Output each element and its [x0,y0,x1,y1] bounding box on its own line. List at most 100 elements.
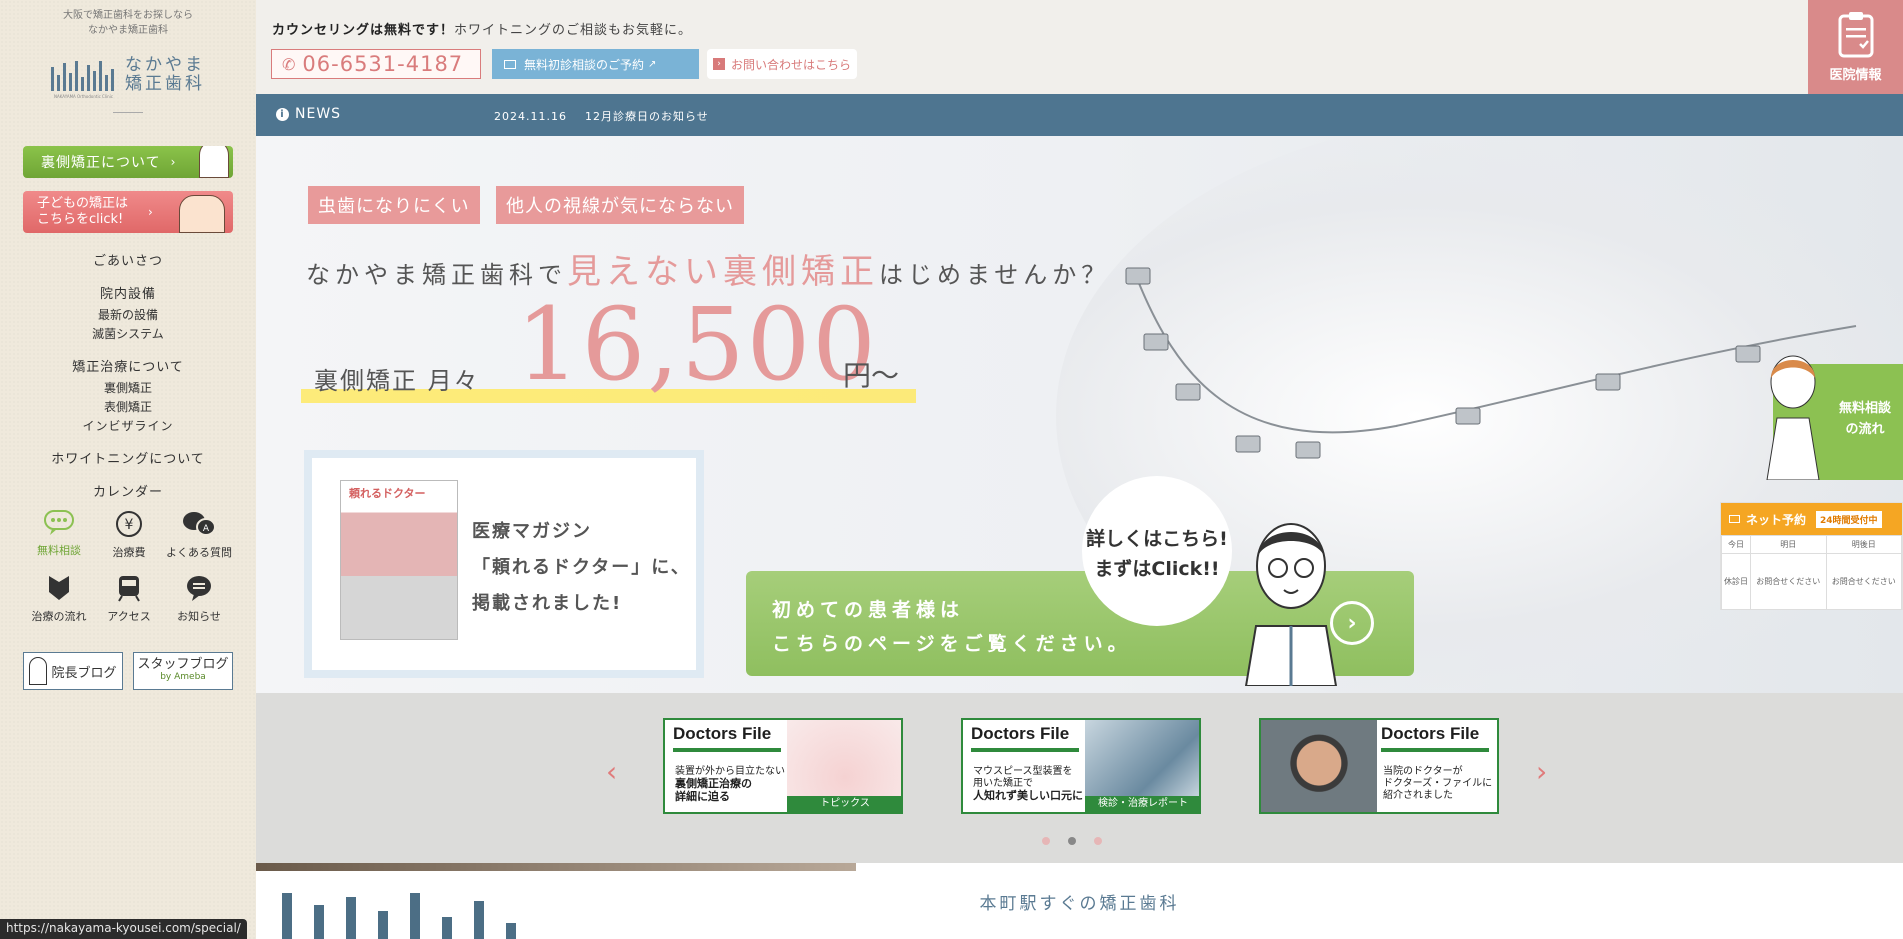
nav-latest-equipment[interactable]: 最新の設備 [0,306,256,323]
quick-link-free-consult[interactable]: 無料相談 [24,510,94,560]
carousel-next-button[interactable]: › [1536,755,1547,788]
card-tag: トピックス [787,796,901,812]
doctor-illustration [1244,523,1338,686]
news-label-text: NEWS [295,106,342,122]
magazine-cover-image: 頼れるドクター [340,480,458,640]
quick-link-access[interactable]: アクセス [94,574,164,624]
nav-whitening[interactable]: ホワイトニングについて [0,448,256,467]
nav-greeting[interactable]: ごあいさつ [0,250,256,269]
yen-icon: ¥ [116,511,142,537]
magazine-text: 医療マガジン 「頼れるドクター」に、 掲載されました! [472,514,691,622]
card-line2: 裏側矯正治療の [675,777,752,790]
clinic-logo[interactable]: なかやま 矯正歯科 [0,56,256,94]
staff-blog-button[interactable]: スタッフブログ by Ameba [133,652,233,690]
child-face-icon [179,195,225,233]
kids-button-line2: こちらをclick! [37,212,124,227]
tagline: 大阪で矯正歯科をお探しなら なかやま矯正歯科 [0,8,256,38]
staff-blog-label: スタッフブログ [137,657,229,672]
nav-ortho-about[interactable]: 矯正治療について [0,356,256,375]
lingual-button-label: 裏側矯正について [41,155,161,171]
carousel-card[interactable]: Doctors File 装置が外から目立たない 裏側矯正治療の 詳細に迫る ト… [663,718,903,814]
price-unit: 円〜 [843,359,900,392]
carousel-dot[interactable] [1042,837,1050,845]
reserve-button[interactable]: 無料初診相談のご予約 ↗ [492,49,699,79]
intro-section: 本町駅すぐの矯正歯科 [256,863,1903,939]
chat-icon [44,510,74,535]
day-tomorrow: 明日 [1750,535,1827,554]
nav-labial[interactable]: 表側矯正 [0,398,256,415]
info-icon: i [276,107,289,121]
nav-lingual[interactable]: 裏側矯正 [0,379,256,396]
quick-links-row1: 無料相談 ¥ 治療費 A よくある質問 [24,510,234,560]
nav-calendar[interactable]: カレンダー [0,481,256,500]
phone-number[interactable]: ✆ 06-6531-4187 [271,49,481,79]
contact-button[interactable]: › お問い合わせはこちら [707,49,857,79]
card-text: 当院のドクターが ドクターズ・ファイルに 紹介されました [1383,766,1492,802]
card-title: Doctors File [971,724,1070,743]
card-line1: マウスピース型装置を [973,766,1073,777]
news-title: 12月診療日のお知らせ [584,110,709,123]
tagline-line2: なかやま矯正歯科 [88,25,168,36]
director-blog-button[interactable]: 院長ブログ [23,652,123,690]
headline-part-a: なかやま矯正歯科で [306,261,567,289]
lingual-orthodontics-button[interactable]: 裏側矯正について › [23,146,233,178]
doctor-face-icon [199,146,229,178]
phone-icon: ✆ [282,54,297,74]
nav-sterilization[interactable]: 滅菌システム [0,325,256,342]
carousel-dot[interactable] [1094,837,1102,845]
clipboard-icon [1838,12,1873,58]
logo-mark-icon [51,59,117,91]
quick-link-fees[interactable]: ¥ 治療費 [94,510,164,560]
tagline-line1: 大阪で矯正歯科をお探しなら [63,10,193,21]
hero-banner: 虫歯になりにくい 他人の視線が気にならない なかやま矯正歯科で見えない裏側矯正は… [256,136,1903,693]
card-tag: 検診・治療レポート [1085,796,1199,812]
quick-link-label: 治療費 [112,546,146,559]
carousel-card[interactable]: Doctors File マウスピース型装置を 用いた矯正で 人知れず美しい口元… [961,718,1201,814]
braces-wire-image [1125,267,1857,459]
logo-subtitle: NAKAYAMA Orthodontic Clinic [54,94,113,99]
consult-flow-button[interactable]: 無料相談 の流れ [1766,355,1903,480]
flow-icon [49,576,69,600]
status-tomorrow[interactable]: お問合せください [1750,553,1827,610]
nav-facility[interactable]: 院内設備 [0,283,256,302]
magazine-feature[interactable]: 頼れるドクター 医療マガジン 「頼れるドクター」に、 掲載されました! [304,450,704,678]
card-photo-doctor [1261,720,1377,812]
net-reservation-widget[interactable]: ネット予約 24時間受付中 今日 明日 明後日 休診日 お問合せください お問合… [1720,502,1903,610]
quick-link-faq[interactable]: A よくある質問 [164,510,234,560]
browser-status-url: https://nakayama-kyousei.com/special/ [0,919,247,939]
quick-link-news[interactable]: お知らせ [164,574,234,624]
magazine-line2: 「頼れるドクター」に、 [472,557,691,578]
divider [113,112,143,113]
reserve-label: 無料初診相談のご予約 [524,57,645,72]
counsel-message: カウンセリングは無料です！ホワイトニングのご相談もお気軽に。 [272,19,692,38]
day-today: 今日 [1720,535,1752,554]
sidebar: 大阪で矯正歯科をお探しなら なかやま矯正歯科 なかやま 矯正歯科 NAKAYAM… [0,0,256,939]
chevron-right-icon: › [713,58,725,70]
status-after-tomorrow[interactable]: お問合せください [1825,553,1902,610]
counsel-rest: ホワイトニングのご相談もお気軽に。 [454,23,693,38]
clinic-info-label: 医院情報 [1829,68,1882,83]
clinic-info-button[interactable]: 医院情報 [1808,0,1903,94]
chevron-right-icon: › [148,205,153,219]
doctors-file-carousel: ‹ Doctors File 装置が外から目立たない 裏側矯正治療の 詳細に迫る… [256,693,1903,863]
carousel-card[interactable]: Doctors File 当院のドクターが ドクターズ・ファイルに 紹介されまし… [1259,718,1499,814]
card-line1: 当院のドクターが [1383,766,1463,777]
day-after-tomorrow: 明後日 [1825,535,1902,554]
kids-orthodontics-button[interactable]: 子どもの矯正は こちらをclick! › [23,191,233,233]
card-text: 装置が外から目立たない 裏側矯正治療の 詳細に迫る [675,766,785,804]
magazine-cover-title: 頼れるドクター [349,487,426,500]
carousel-prev-button[interactable]: ‹ [606,755,617,788]
director-face-icon [29,657,48,685]
speech-bubble: 詳しくはこちら! まずはClick!! [1082,476,1232,626]
qa-icon: A [183,512,216,536]
train-icon [118,576,140,602]
net-reservation-header: ネット予約 24時間受付中 [1721,503,1902,535]
card-text: マウスピース型装置を 用いた矯正で 人知れず美しい口元に [973,766,1083,803]
header: カウンセリングは無料です！ホワイトニングのご相談もお気軽に。 ✆ 06-6531… [256,0,1903,94]
news-item[interactable]: 2024.11.16 12月診療日のお知らせ [494,108,709,124]
kids-button-line1: 子どもの矯正は [37,196,129,211]
quick-link-flow[interactable]: 治療の流れ [24,574,94,624]
staff-blog-sub: by Ameba [160,672,206,682]
nav-invisalign[interactable]: インビザライン [0,417,256,434]
carousel-dot-active[interactable] [1068,837,1076,845]
